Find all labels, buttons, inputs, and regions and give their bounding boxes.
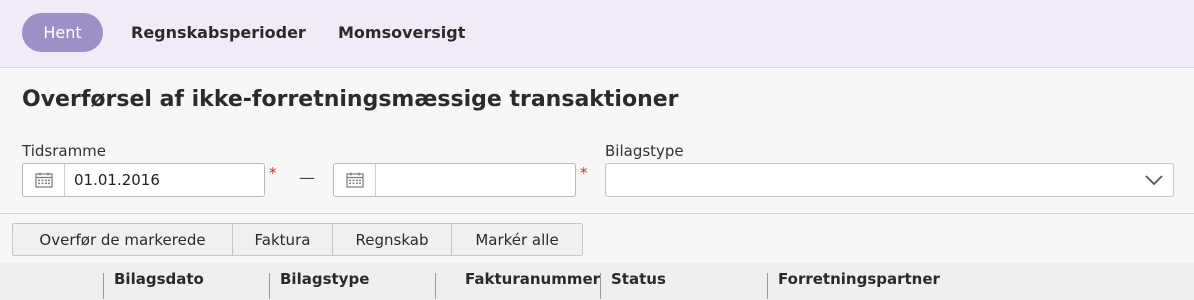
date-to-field[interactable]: [333, 163, 576, 197]
momsoversigt-link[interactable]: Momsoversigt: [338, 23, 465, 42]
overfoer-markerede-button[interactable]: Overfør de markerede: [12, 223, 233, 256]
column-separator[interactable]: [103, 273, 104, 299]
regnskab-button[interactable]: Regnskab: [332, 223, 452, 256]
column-status[interactable]: Status: [611, 270, 666, 288]
page-title: Overførsel af ikke-forretningsmæssige tr…: [22, 87, 679, 112]
action-toolbar: Overfør de markerede Faktura Regnskab Ma…: [12, 223, 583, 256]
bilagstype-select[interactable]: [605, 163, 1174, 197]
column-bilagsdato[interactable]: Bilagsdato: [114, 270, 204, 288]
date-from-value[interactable]: 01.01.2016: [65, 171, 160, 189]
column-separator[interactable]: [269, 273, 270, 299]
column-bilagstype[interactable]: Bilagstype: [280, 270, 369, 288]
date-from-field[interactable]: 01.01.2016: [22, 163, 265, 197]
column-fakturanummer[interactable]: Fakturanummer: [465, 270, 600, 288]
regnskabsperioder-link[interactable]: Regnskabsperioder: [131, 23, 306, 42]
table-header: Bilagsdato Bilagstype Fakturanummer Stat…: [0, 263, 1194, 300]
required-marker: *: [580, 164, 588, 182]
tidsramme-label: Tidsramme: [22, 142, 107, 160]
faktura-button[interactable]: Faktura: [232, 223, 333, 256]
required-marker: *: [269, 164, 277, 182]
column-separator[interactable]: [600, 273, 601, 299]
calendar-icon[interactable]: [334, 164, 376, 196]
column-separator[interactable]: [767, 273, 768, 299]
chevron-down-icon[interactable]: [1143, 172, 1165, 192]
hent-button[interactable]: Hent: [22, 13, 103, 52]
column-forretningspartner[interactable]: Forretningspartner: [778, 270, 940, 288]
marker-alle-button[interactable]: Markér alle: [451, 223, 583, 256]
range-separator: —: [299, 168, 315, 187]
divider: [0, 213, 1194, 214]
top-toolbar: Hent Regnskabsperioder Momsoversigt: [0, 0, 1194, 68]
column-separator[interactable]: [435, 273, 436, 299]
bilagstype-label: Bilagstype: [605, 142, 684, 160]
calendar-icon[interactable]: [23, 164, 65, 196]
